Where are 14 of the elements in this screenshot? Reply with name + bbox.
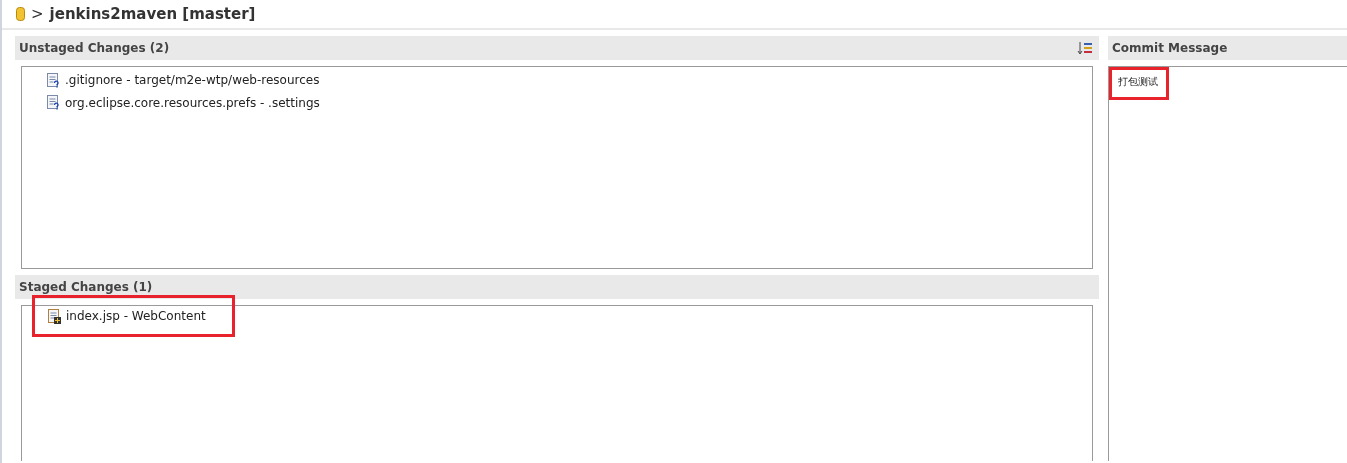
sort-icon[interactable] bbox=[1077, 41, 1093, 55]
file-item[interactable]: .gitignore - target/m2e-wtp/web-resources bbox=[46, 70, 320, 90]
breadcrumb-arrow: > bbox=[31, 3, 44, 25]
file-item[interactable]: index.jsp - WebContent bbox=[32, 295, 235, 337]
file-item[interactable]: org.eclipse.core.resources.prefs - .settings bbox=[46, 92, 320, 113]
repository-icon bbox=[16, 7, 25, 21]
section-title: Commit Message bbox=[1112, 40, 1228, 57]
section-title: Staged Changes (1) bbox=[19, 279, 153, 296]
commit-message-field[interactable]: 打包测试 bbox=[1108, 66, 1347, 461]
untracked-file-icon bbox=[46, 72, 60, 88]
added-file-icon bbox=[47, 308, 61, 324]
untracked-file-icon bbox=[46, 95, 60, 110]
repository-title: jenkins2maven [master] bbox=[49, 3, 256, 25]
section-title: Unstaged Changes (2) bbox=[19, 40, 170, 57]
